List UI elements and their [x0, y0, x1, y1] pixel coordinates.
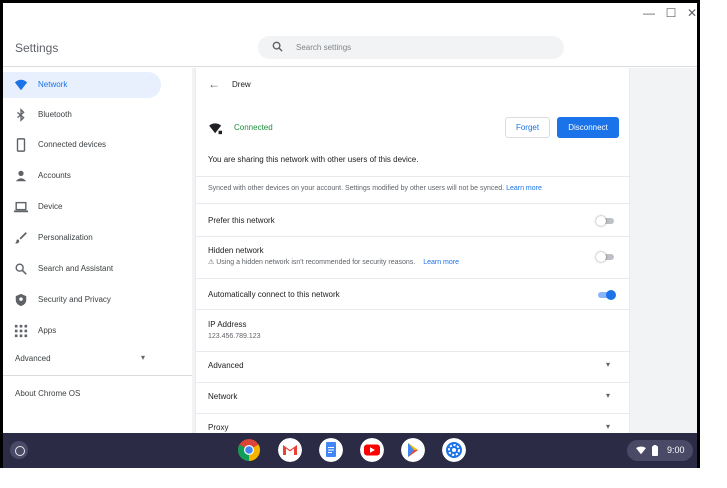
chevron-down-icon: ▾ [606, 422, 611, 431]
sidebar-item-label: Bluetooth [38, 110, 72, 119]
sidebar-item-label: Personalization [38, 233, 93, 242]
clock: 9:00 [667, 445, 685, 455]
docs-icon[interactable] [319, 438, 343, 462]
divider [196, 382, 629, 383]
auto-connect-label: Automatically connect to this network [208, 290, 340, 299]
ip-address-value: 123.456.789.123 [208, 333, 261, 340]
sidebar-item-label: Search and Assistant [38, 264, 114, 273]
prefer-network-label: Prefer this network [208, 216, 275, 225]
header: Settings [3, 25, 697, 67]
hidden-warning-text: Using a hidden network isn't recommended… [216, 259, 416, 266]
search-box[interactable] [258, 36, 564, 59]
status-tray[interactable]: 9:00 [627, 440, 693, 461]
divider [196, 351, 629, 352]
search-icon [272, 41, 283, 52]
close-button[interactable]: ✕ [683, 6, 697, 20]
chevron-down-icon: ▾ [141, 353, 146, 362]
bluetooth-icon [17, 108, 25, 122]
sharing-notice: You are sharing this network with other … [208, 155, 419, 164]
search-icon [15, 263, 27, 275]
launcher-icon[interactable] [10, 441, 28, 459]
chevron-down-icon: ▾ [606, 360, 611, 369]
learn-more-link[interactable]: Learn more [506, 185, 542, 192]
about-chrome-os-link[interactable]: About Chrome OS [15, 389, 80, 398]
hidden-network-toggle[interactable] [596, 252, 616, 262]
sidebar-item-label: Device [38, 202, 63, 211]
settings-app-icon[interactable] [442, 438, 466, 462]
ip-address-label: IP Address [208, 320, 247, 329]
app-title: Settings [15, 41, 59, 55]
warning-icon: ⚠ [208, 259, 215, 266]
synced-notice: Synced with other devices on your accoun… [208, 185, 542, 192]
toggle-knob [596, 252, 606, 262]
network-detail-card: ← Drew Connected Forget Disconnect You a… [195, 68, 630, 433]
network-section[interactable]: Network ▾ [196, 387, 629, 409]
section-label: Advanced [208, 361, 244, 370]
hidden-network-warning: ⚠ Using a hidden network isn't recommend… [208, 258, 459, 266]
phone-icon [16, 138, 26, 152]
forget-button[interactable]: Forget [505, 117, 550, 138]
sidebar-divider [3, 375, 192, 376]
chevron-down-icon: ▾ [606, 391, 611, 400]
youtube-icon[interactable] [360, 438, 384, 462]
search-input[interactable] [296, 39, 546, 56]
network-name: Drew [232, 80, 251, 89]
divider [196, 278, 629, 279]
auto-connect-toggle[interactable] [596, 290, 616, 300]
wifi-connected-icon [209, 123, 222, 135]
sidebar-item-personalization[interactable]: Personalization [3, 225, 161, 251]
hidden-network-label: Hidden network [208, 246, 264, 255]
laptop-icon [14, 201, 28, 213]
connection-status: Connected [234, 123, 273, 132]
divider [196, 236, 629, 237]
wifi-icon [14, 79, 28, 91]
proxy-section[interactable]: Proxy ▾ [196, 418, 629, 433]
sidebar-item-label: Accounts [38, 171, 71, 180]
back-arrow-icon[interactable]: ← [208, 77, 220, 91]
divider [196, 413, 629, 414]
section-label: Proxy [208, 423, 229, 432]
sidebar-item-device[interactable]: Device [3, 194, 161, 220]
sidebar-item-label: Connected devices [38, 140, 107, 149]
play-store-icon[interactable] [401, 438, 425, 462]
brush-icon [14, 232, 27, 244]
shelf: 9:00 [3, 433, 697, 468]
sidebar-item-bluetooth[interactable]: Bluetooth [3, 102, 161, 128]
sidebar-item-security-and-privacy[interactable]: Security and Privacy [3, 287, 161, 313]
prefer-network-toggle[interactable] [596, 216, 616, 226]
toggle-knob [606, 290, 616, 300]
gmail-icon[interactable] [278, 438, 302, 462]
sidebar-item-search-and-assistant[interactable]: Search and Assistant [3, 256, 161, 282]
chrome-icon[interactable] [237, 438, 261, 462]
divider [196, 309, 629, 310]
sidebar: Network Bluetooth Connected devices Acco… [3, 68, 192, 433]
toggle-knob [596, 216, 606, 226]
battery-icon [652, 445, 658, 456]
advanced-toggle[interactable]: Advanced ▾ [3, 350, 161, 368]
section-label: Network [208, 392, 238, 401]
sidebar-item-label: Security and Privacy [38, 295, 111, 304]
advanced-label: Advanced [15, 354, 51, 363]
divider [196, 176, 629, 177]
sidebar-item-apps[interactable]: Apps [3, 318, 161, 344]
maximize-button[interactable]: ☐ [662, 6, 680, 20]
person-icon [15, 170, 27, 182]
sidebar-item-connected-devices[interactable]: Connected devices [3, 132, 161, 158]
settings-window: — ☐ ✕ Settings Network Bluetooth Connect… [0, 0, 700, 468]
advanced-section[interactable]: Advanced ▾ [196, 356, 629, 378]
learn-more-link[interactable]: Learn more [423, 259, 459, 266]
divider [196, 203, 629, 204]
sidebar-item-network[interactable]: Network [3, 72, 161, 98]
disconnect-button[interactable]: Disconnect [557, 117, 619, 138]
sidebar-item-label: Network [38, 80, 68, 89]
wifi-icon [636, 446, 646, 455]
synced-notice-text: Synced with other devices on your accoun… [208, 185, 505, 192]
sidebar-item-accounts[interactable]: Accounts [3, 163, 161, 189]
apps-grid-icon [14, 324, 28, 338]
minimize-button[interactable]: — [640, 6, 658, 20]
sidebar-item-label: Apps [38, 326, 57, 335]
shield-icon [15, 293, 27, 307]
